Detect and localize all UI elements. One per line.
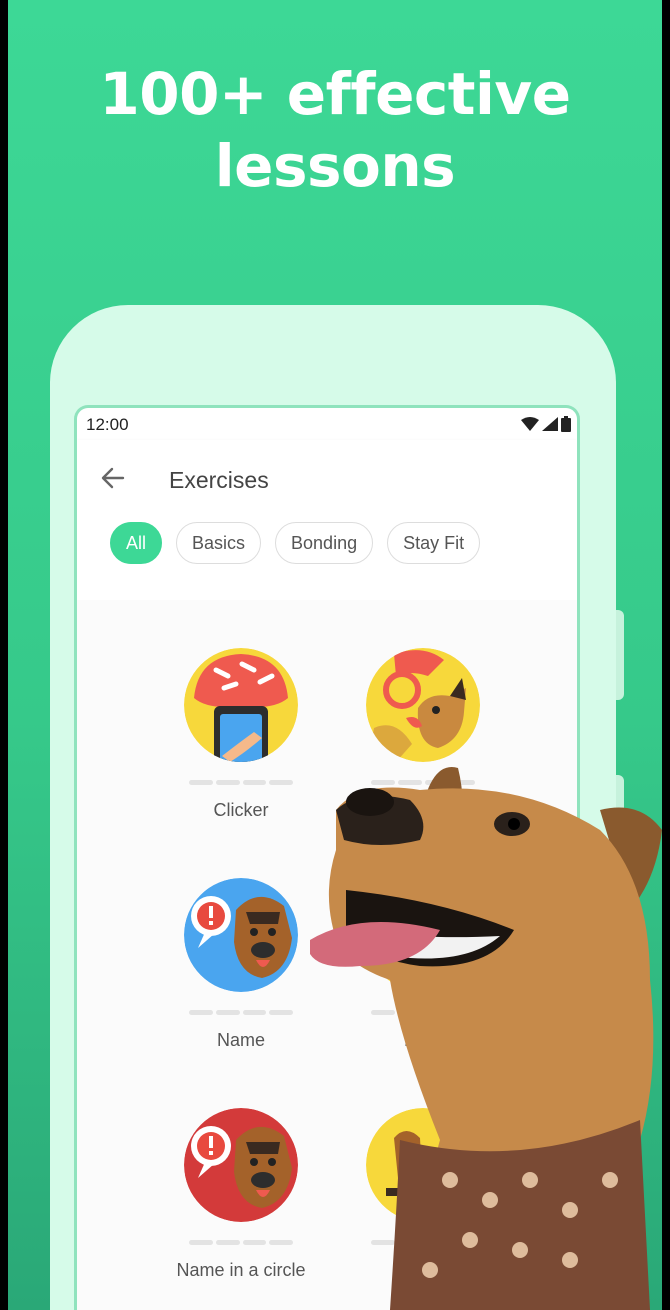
chip-label: Bonding: [291, 532, 358, 553]
wifi-icon: [521, 417, 539, 431]
status-icons: [521, 416, 571, 432]
warning-dog-icon: [184, 1108, 298, 1222]
chip-label: Stay Fit: [403, 532, 465, 553]
exercise-label: Name in a circle: [176, 1260, 306, 1280]
exercise-card-name[interactable]: Name: [161, 878, 321, 1051]
chip-label: Basics: [192, 532, 246, 553]
headline-line-2: lessons: [214, 132, 456, 200]
exercise-label: Clicker: [213, 800, 269, 820]
progress-bar: [189, 1010, 293, 1015]
phone-side-button: [616, 610, 624, 700]
battery-icon: [561, 416, 571, 432]
chip-all[interactable]: All: [110, 522, 163, 564]
warning-dog-icon: [184, 878, 298, 992]
filter-chips: All Basics Bonding Stay Fit: [110, 522, 481, 564]
page-title: Exercises: [169, 467, 269, 493]
headline: 100+ effective lessons: [8, 58, 662, 202]
exercise-label: Name: [216, 1030, 265, 1050]
clicker-icon: [184, 648, 298, 762]
exercise-card-name-in-circle[interactable]: Name in a circle: [161, 1108, 321, 1281]
chip-stay-fit[interactable]: Stay Fit: [387, 522, 481, 564]
headline-line-1: 100+ effective: [99, 60, 571, 128]
chip-basics[interactable]: Basics: [176, 522, 262, 564]
status-time: 12:00: [86, 415, 129, 434]
back-button[interactable]: [97, 462, 129, 494]
status-bar: 12:00: [77, 408, 577, 440]
chip-label: All: [126, 532, 147, 553]
app-bar: Exercises All Basics Bonding Stay Fit: [77, 440, 577, 600]
cell-signal-icon: [542, 417, 558, 431]
arrow-left-icon: [101, 467, 125, 489]
chip-bonding[interactable]: Bonding: [275, 522, 374, 564]
exercise-card-clicker[interactable]: Clicker: [161, 648, 321, 821]
progress-bar: [189, 780, 293, 785]
progress-bar: [189, 1240, 293, 1245]
dog-photo: [310, 767, 662, 1310]
